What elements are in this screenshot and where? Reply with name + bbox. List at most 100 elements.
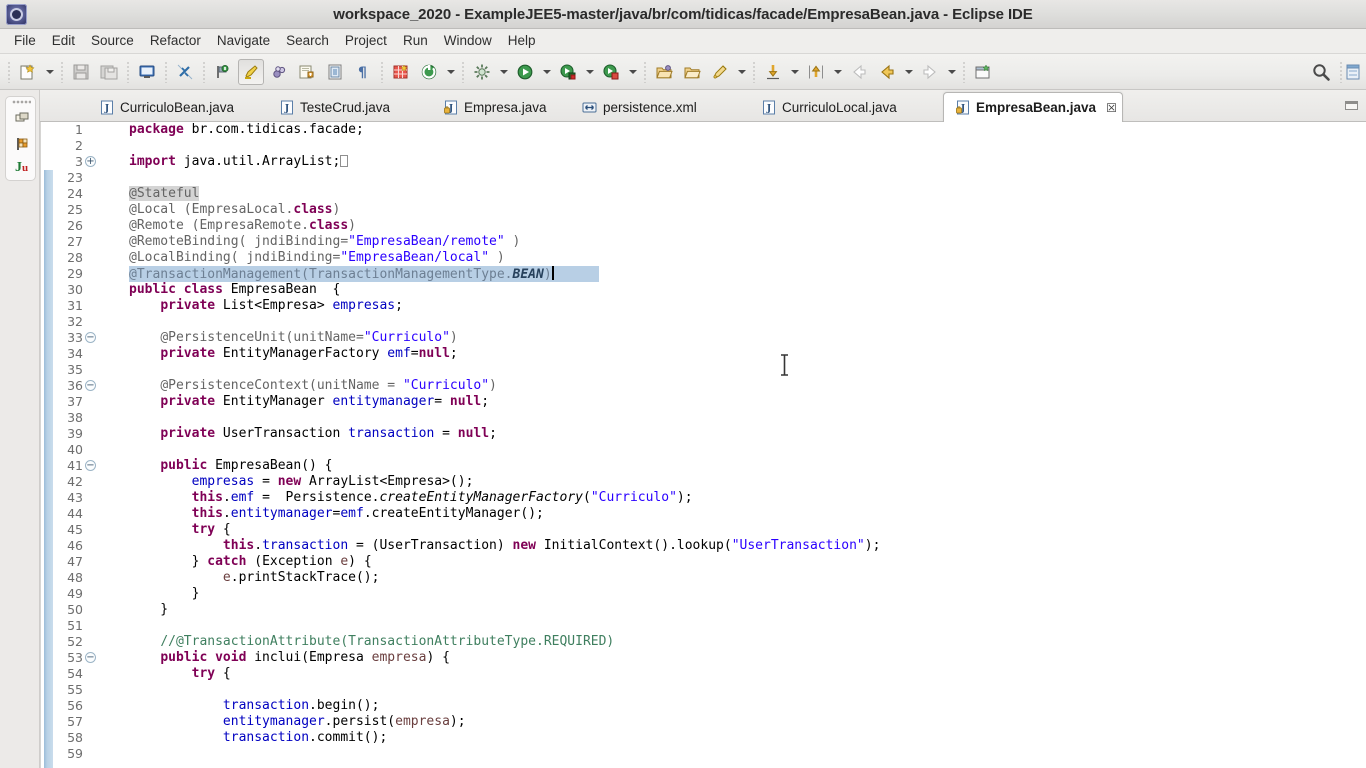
- code-line[interactable]: 43 this.emf = Persistence.createEntityMa…: [41, 490, 1366, 506]
- code-line[interactable]: 31 private List<Empresa> empresas;: [41, 298, 1366, 314]
- chevron-down-icon[interactable]: [831, 59, 844, 85]
- editor-tab-testecrud-java[interactable]: J TesteCrud.java: [268, 93, 402, 122]
- editor-tab-empresa-java[interactable]: J Empresa.java: [432, 93, 559, 122]
- editor-tab-curriculolocal-java[interactable]: J CurriculoLocal.java: [750, 93, 909, 122]
- code-line[interactable]: 59: [41, 746, 1366, 762]
- code-line[interactable]: 46 this.transaction = (UserTransaction) …: [41, 538, 1366, 554]
- editor-tab-curriculobean-java[interactable]: J CurriculoBean.java: [88, 93, 246, 122]
- show-whitespace-icon[interactable]: ¶: [350, 59, 376, 85]
- fold-collapse-icon[interactable]: −: [85, 380, 96, 391]
- code-line[interactable]: 54 try {: [41, 666, 1366, 682]
- fold-collapse-icon[interactable]: −: [85, 652, 96, 663]
- editor-tab-empresabean-java[interactable]: J EmpresaBean.java ☒: [943, 92, 1123, 123]
- code-line[interactable]: 26 @Remote (EmpresaRemote.class): [41, 218, 1366, 234]
- code-line[interactable]: 44 this.entitymanager=emf.createEntityMa…: [41, 506, 1366, 522]
- code-line[interactable]: 53− public void inclui(Empresa empresa) …: [41, 650, 1366, 666]
- chevron-down-icon[interactable]: [583, 59, 596, 85]
- package-explorer-icon[interactable]: [6, 105, 37, 131]
- code-line[interactable]: 49 }: [41, 586, 1366, 602]
- menu-item-source[interactable]: Source: [83, 30, 142, 52]
- code-line[interactable]: 58 transaction.commit();: [41, 730, 1366, 746]
- chevron-down-icon[interactable]: [540, 59, 553, 85]
- code-line[interactable]: 42 empresas = new ArrayList<Empresa>();: [41, 474, 1366, 490]
- open-task-icon[interactable]: [322, 59, 348, 85]
- link-break-icon[interactable]: [172, 59, 198, 85]
- new-java-package-icon[interactable]: [210, 59, 236, 85]
- code-text-area[interactable]: 1 package br.com.tidicas.facade; 2 3 + import…: [41, 122, 1366, 768]
- menu-item-run[interactable]: Run: [395, 30, 436, 52]
- editor-tab-persistence-xml[interactable]: persistence.xml: [570, 93, 709, 122]
- code-line[interactable]: 30 public class EmpresaBean {: [41, 282, 1366, 298]
- save-icon[interactable]: [68, 59, 94, 85]
- code-line[interactable]: 47 } catch (Exception e) {: [41, 554, 1366, 570]
- fold-collapse-icon[interactable]: −: [85, 332, 96, 343]
- code-line[interactable]: 50 }: [41, 602, 1366, 618]
- open-folder-2-icon[interactable]: [679, 59, 705, 85]
- menu-item-refactor[interactable]: Refactor: [142, 30, 209, 52]
- code-line[interactable]: 28 @LocalBinding( jndiBinding="EmpresaBea…: [41, 250, 1366, 266]
- chevron-down-icon[interactable]: [43, 59, 56, 85]
- perspective-switcher-icon[interactable]: [1346, 59, 1366, 85]
- code-line[interactable]: 51: [41, 618, 1366, 634]
- code-line[interactable]: 25 @Local (EmpresaLocal.class): [41, 202, 1366, 218]
- menu-item-search[interactable]: Search: [278, 30, 337, 52]
- code-line[interactable]: 33− @PersistenceUnit(unitName="Curriculo…: [41, 330, 1366, 346]
- new-jpa-entity-icon[interactable]: [388, 59, 414, 85]
- code-line[interactable]: 48 e.printStackTrace();: [41, 570, 1366, 586]
- chevron-down-icon[interactable]: [788, 59, 801, 85]
- code-line[interactable]: 55: [41, 682, 1366, 698]
- back-arrow-disabled-icon[interactable]: [846, 59, 872, 85]
- menu-item-project[interactable]: Project: [337, 30, 395, 52]
- menu-item-help[interactable]: Help: [500, 30, 544, 52]
- chevron-down-icon[interactable]: [902, 59, 915, 85]
- code-line[interactable]: 45 try {: [41, 522, 1366, 538]
- code-line[interactable]: 41− public EmpresaBean() {: [41, 458, 1366, 474]
- pencil-edit-icon[interactable]: [707, 59, 733, 85]
- menu-item-navigate[interactable]: Navigate: [209, 30, 278, 52]
- new-wizard-icon[interactable]: [15, 59, 41, 85]
- chevron-down-icon[interactable]: [945, 59, 958, 85]
- step-into-icon[interactable]: [760, 59, 786, 85]
- menu-item-file[interactable]: File: [6, 30, 44, 52]
- new-editor-icon[interactable]: [970, 59, 996, 85]
- code-line[interactable]: 52 //@TransactionAttribute(TransactionAt…: [41, 634, 1366, 650]
- open-folder-icon[interactable]: [651, 59, 677, 85]
- code-line[interactable]: 2: [41, 138, 1366, 154]
- fold-collapse-icon[interactable]: −: [85, 460, 96, 471]
- debug-icon[interactable]: [555, 59, 581, 85]
- run-icon[interactable]: [512, 59, 538, 85]
- code-line[interactable]: 35: [41, 362, 1366, 378]
- chevron-down-icon[interactable]: [444, 59, 457, 85]
- code-line[interactable]: 37 private EntityManager entitymanager= …: [41, 394, 1366, 410]
- maximize-editor-button[interactable]: [1345, 101, 1358, 110]
- close-icon[interactable]: ☒: [1106, 101, 1117, 115]
- highlight-marker-icon[interactable]: [238, 58, 264, 85]
- print-screen-icon[interactable]: [134, 59, 160, 85]
- junit-icon[interactable]: Ju: [6, 155, 37, 181]
- code-line[interactable]: 56 transaction.begin();: [41, 698, 1366, 714]
- menu-item-edit[interactable]: Edit: [44, 30, 83, 52]
- code-line[interactable]: 27 @RemoteBinding( jndiBinding="EmpresaBe…: [41, 234, 1366, 250]
- chevron-down-icon[interactable]: [735, 59, 748, 85]
- code-line[interactable]: 3 + import java.util.ArrayList;: [41, 154, 1366, 170]
- code-line[interactable]: 24 @Stateful: [41, 186, 1366, 202]
- save-all-icon[interactable]: [96, 59, 122, 85]
- code-line[interactable]: 57 entitymanager.persist(empresa);: [41, 714, 1366, 730]
- external-tools-icon[interactable]: [469, 59, 495, 85]
- fold-expand-icon[interactable]: +: [85, 156, 96, 167]
- chevron-down-icon[interactable]: [626, 59, 639, 85]
- code-line[interactable]: 23: [41, 170, 1366, 186]
- coverage-icon[interactable]: [598, 59, 624, 85]
- code-line[interactable]: 39 private UserTransaction transaction =…: [41, 426, 1366, 442]
- drag-grip[interactable]: [12, 100, 31, 104]
- code-line[interactable]: 34 private EntityManagerFactory emf=null…: [41, 346, 1366, 362]
- code-line[interactable]: 40: [41, 442, 1366, 458]
- open-type-icon[interactable]: [294, 59, 320, 85]
- forward-arrow-icon[interactable]: [917, 59, 943, 85]
- chevron-down-icon[interactable]: [497, 59, 510, 85]
- search-icon[interactable]: [1306, 59, 1336, 85]
- code-line[interactable]: 29 @TransactionManagement(TransactionMana…: [41, 266, 1366, 282]
- code-line[interactable]: 1 package br.com.tidicas.facade;: [41, 122, 1366, 138]
- code-editor[interactable]: 1 package br.com.tidicas.facade; 2 3 + import…: [40, 122, 1366, 768]
- code-line[interactable]: 36− @PersistenceContext(unitName = "Curr…: [41, 378, 1366, 394]
